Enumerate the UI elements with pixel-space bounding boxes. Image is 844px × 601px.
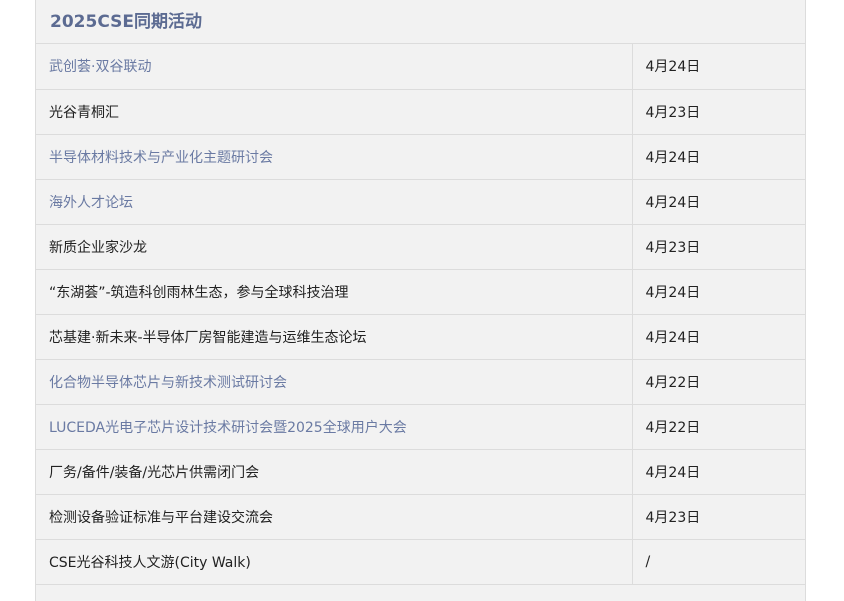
event-name: 新质企业家沙龙 — [36, 224, 632, 270]
event-name-link[interactable]: 海外人才论坛 — [36, 179, 632, 225]
event-date: 4月22日 — [631, 359, 805, 405]
events-table-body: 武创荟·双谷联动 4月24日 光谷青桐汇 4月23日 半导体材料技术与产业化主题研讨会 4… — [36, 44, 805, 585]
table-row[interactable]: 半导体材料技术与产业化主题研讨会 4月24日 — [36, 134, 805, 180]
event-name-link[interactable]: LUCEDA光电子芯片设计技术研讨会暨2025全球用户大会 — [36, 404, 632, 450]
event-name: 检测设备验证标准与平台建设交流会 — [36, 494, 632, 540]
event-date: 4月24日 — [631, 269, 805, 315]
table-row[interactable]: LUCEDA光电子芯片设计技术研讨会暨2025全球用户大会 4月22日 — [36, 404, 805, 450]
event-name: 光谷青桐汇 — [36, 89, 632, 135]
table-row[interactable]: 武创荟·双谷联动 4月24日 — [36, 44, 805, 90]
event-date: / — [631, 539, 805, 585]
table-row: 检测设备验证标准与平台建设交流会 4月23日 — [36, 494, 805, 540]
event-date: 4月23日 — [631, 494, 805, 540]
table-row: CSE光谷科技人文游(City Walk) / — [36, 539, 805, 585]
event-name: 厂务/备件/装备/光芯片供需闭门会 — [36, 449, 632, 495]
event-name-link[interactable]: 半导体材料技术与产业化主题研讨会 — [36, 134, 632, 180]
event-date: 4月23日 — [631, 224, 805, 270]
event-date: 4月24日 — [631, 44, 805, 90]
events-table: 武创荟·双谷联动 4月24日 光谷青桐汇 4月23日 半导体材料技术与产业化主题研讨会 4… — [36, 44, 805, 585]
table-row: 光谷青桐汇 4月23日 — [36, 89, 805, 135]
event-date: 4月23日 — [631, 89, 805, 135]
event-date: 4月24日 — [631, 314, 805, 360]
events-panel: 2025CSE同期活动 武创荟·双谷联动 4月24日 光谷青桐汇 4月23日 半导体材料… — [35, 0, 806, 601]
event-name: CSE光谷科技人文游(City Walk) — [36, 539, 632, 585]
event-name-link[interactable]: 武创荟·双谷联动 — [36, 44, 632, 90]
table-row: “东湖荟”-筑造科创雨林生态，参与全球科技治理 4月24日 — [36, 269, 805, 315]
table-row[interactable]: 化合物半导体芯片与新技术测试研讨会 4月22日 — [36, 359, 805, 405]
event-name: “东湖荟”-筑造科创雨林生态，参与全球科技治理 — [36, 269, 632, 315]
event-date: 4月24日 — [631, 134, 805, 180]
event-date: 4月24日 — [631, 449, 805, 495]
event-name: 芯基建·新未来-半导体厂房智能建造与运维生态论坛 — [36, 314, 632, 360]
table-row: 厂务/备件/装备/光芯片供需闭门会 4月24日 — [36, 449, 805, 495]
table-row[interactable]: 海外人才论坛 4月24日 — [36, 179, 805, 225]
table-row: 芯基建·新未来-半导体厂房智能建造与运维生态论坛 4月24日 — [36, 314, 805, 360]
event-date: 4月24日 — [631, 179, 805, 225]
page: 2025CSE同期活动 武创荟·双谷联动 4月24日 光谷青桐汇 4月23日 半导体材料… — [0, 0, 844, 601]
section-title: 2025CSE同期活动 — [36, 0, 805, 44]
event-date: 4月22日 — [631, 404, 805, 450]
event-name-link[interactable]: 化合物半导体芯片与新技术测试研讨会 — [36, 359, 632, 405]
table-row: 新质企业家沙龙 4月23日 — [36, 224, 805, 270]
